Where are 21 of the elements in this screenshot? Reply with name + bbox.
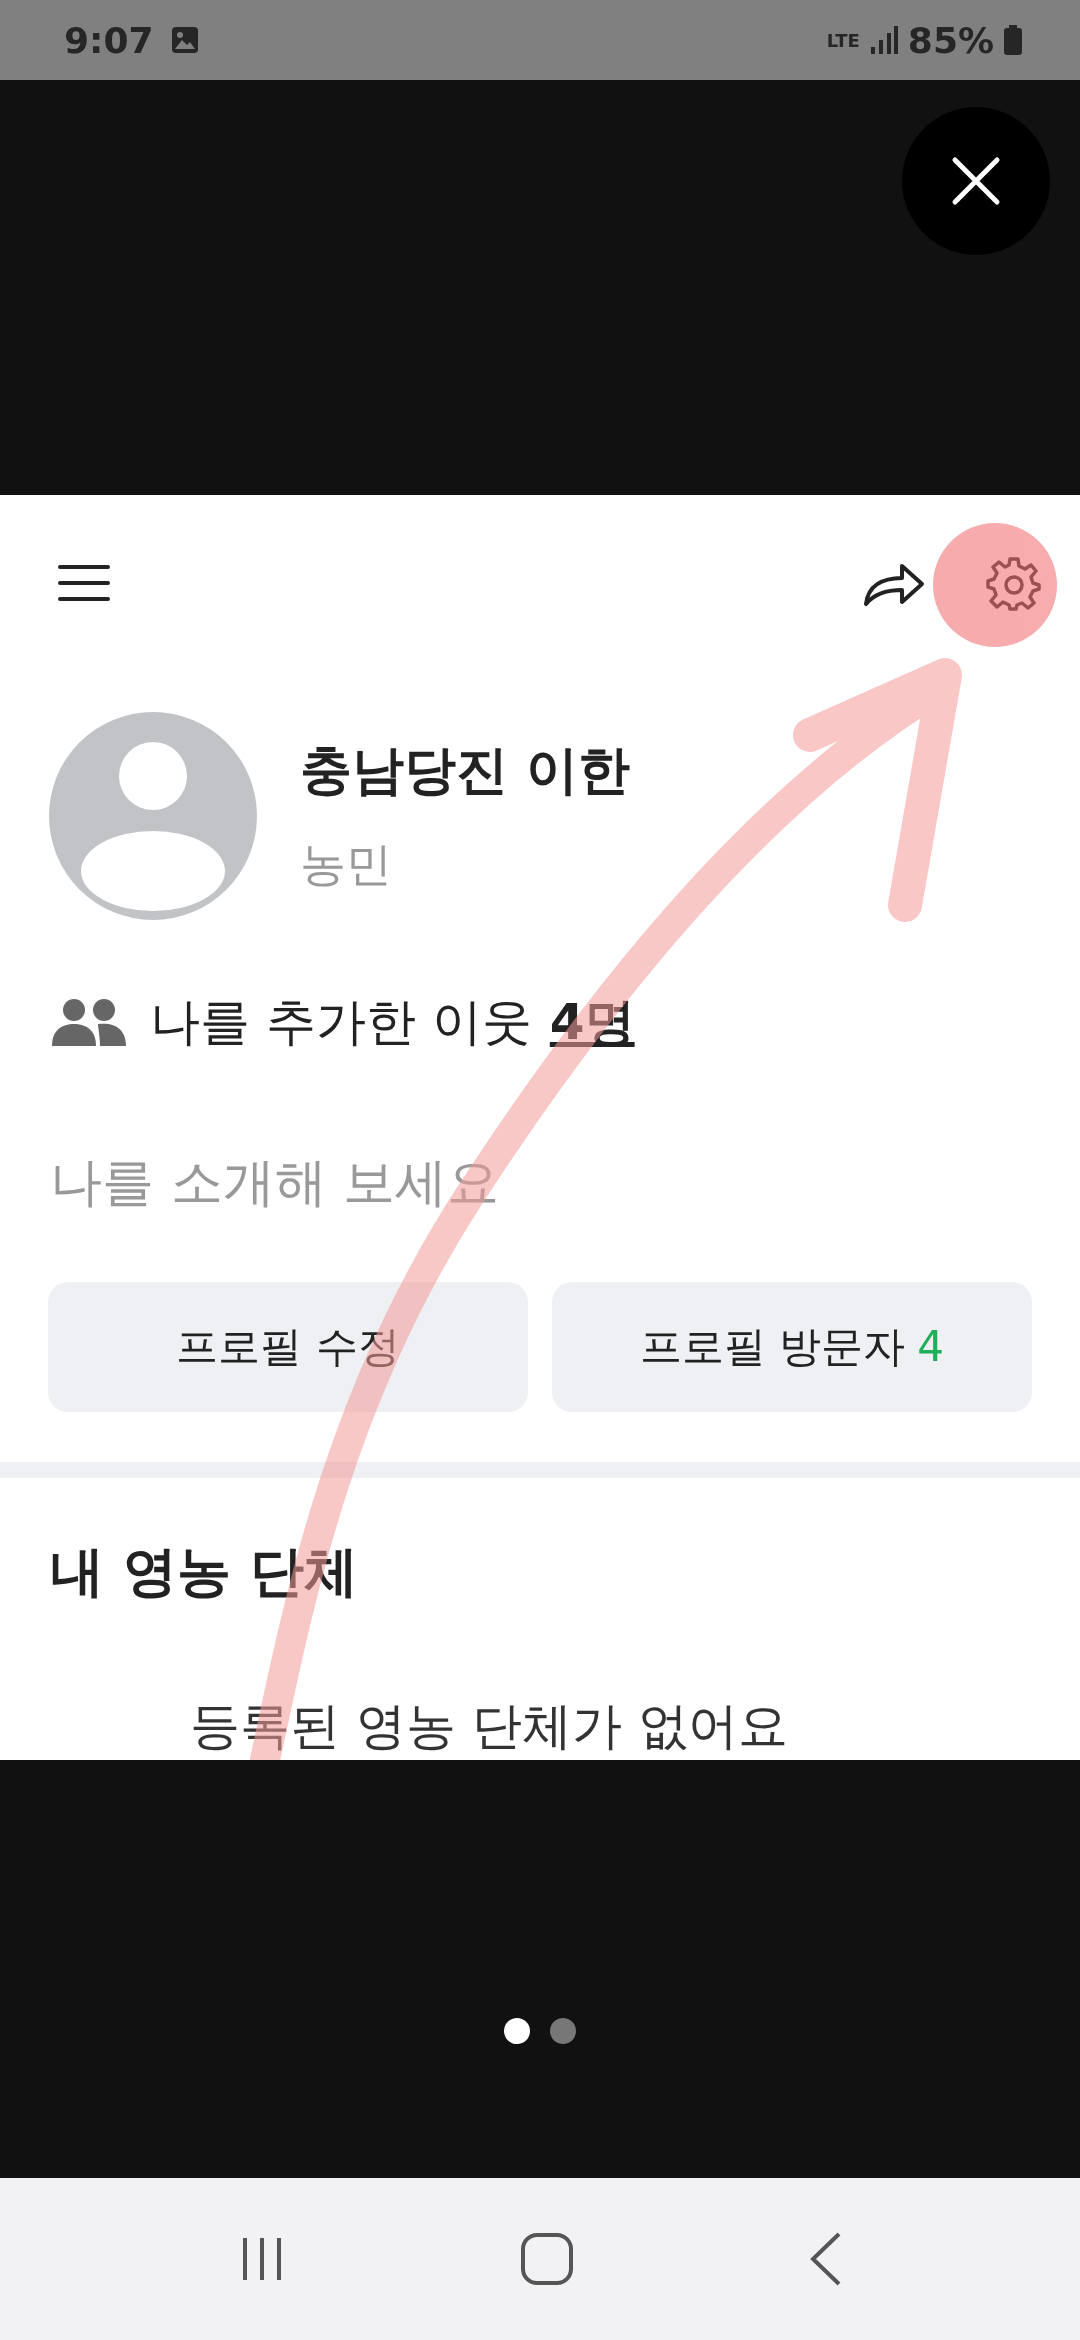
menu-icon[interactable] [58,563,110,603]
close-icon [951,156,1001,206]
profile-name: 충남당진 이한 [300,739,631,802]
avatar-icon [48,711,258,921]
empty-message: 등록된 영농 단체가 없어요 [189,1696,789,1757]
network-label: LTE [826,29,860,51]
page-dot[interactable] [550,2018,576,2044]
signal-icon [869,25,898,55]
section-title: 내 영농 단체 [49,1539,359,1605]
profile-role: 농민 [300,836,393,893]
page-dot[interactable] [504,2018,530,2044]
profile-button[interactable]: 프로필 수정 [48,1282,528,1412]
neighbors-count-link[interactable]: 4명 [549,989,635,1056]
neighbors-label: 나를 추가한 이웃 [150,992,532,1053]
battery-level: 85% [907,19,994,61]
gallery-icon [169,25,200,55]
settings-icon[interactable] [986,555,1042,611]
home-icon[interactable] [520,2232,574,2286]
status-time: 9:07 [64,19,154,61]
profile-button[interactable]: 프로필 방문자 4 [552,1282,1032,1412]
battery-icon [1004,25,1022,55]
